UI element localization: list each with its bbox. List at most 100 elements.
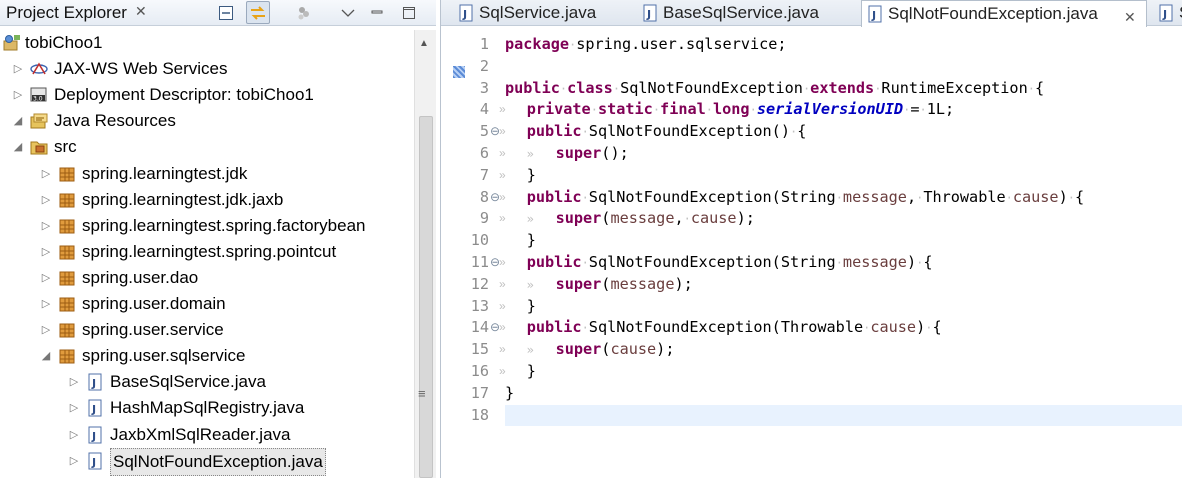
keyword-token: public (505, 78, 560, 97)
project-icon (3, 34, 21, 52)
expand-arrow-icon[interactable]: ▷ (68, 369, 80, 395)
code-line[interactable]: » super(message); (505, 274, 1182, 296)
tree-item[interactable]: ▷ J BaseSqlService.java (0, 369, 414, 395)
keyword-token: static (597, 100, 653, 119)
tree-item-label: SqlNotFoundException.java (110, 447, 326, 476)
close-icon[interactable]: ✕ (135, 3, 147, 20)
java-file-icon: J (457, 4, 473, 22)
line-number: 17 (470, 383, 489, 402)
code-token: } (526, 362, 536, 380)
collapse-arrow-icon[interactable]: ◢ (12, 108, 24, 134)
code-line[interactable]: » super(); (505, 143, 1182, 165)
scrollbar-thumb[interactable] (419, 116, 433, 478)
expand-arrow-icon[interactable]: ▷ (12, 56, 24, 82)
svg-text:J: J (646, 8, 651, 21)
tree-item[interactable]: ▷ JAX-WS Web Services (0, 56, 414, 82)
code-line[interactable] (505, 404, 1182, 427)
link-with-editor-icon[interactable] (246, 1, 270, 24)
code-line[interactable]: package·spring.user.sqlservice; (505, 34, 1182, 56)
expand-arrow-icon[interactable]: ▷ (40, 265, 52, 291)
keyword-token: private (526, 100, 591, 119)
svg-text:J: J (91, 456, 96, 469)
tree-item[interactable]: ▷ spring.user.domain (0, 291, 414, 317)
code-token: ) (1058, 187, 1068, 206)
expand-arrow-icon[interactable]: ▷ (68, 448, 80, 474)
code-area[interactable]: package·spring.user.sqlservice; public·cl… (505, 30, 1182, 478)
code-line[interactable]: } (505, 230, 1182, 252)
code-line[interactable]: public·SqlNotFoundException(String·messa… (505, 187, 1182, 209)
code-line[interactable]: » super(cause); (505, 339, 1182, 361)
line-number-ruler: 1 2 3 4» 5 ⊖» 6» 7» 8 ⊖» 9» 10 11 ⊖» 12» 13» 14 ⊖» 15» 16» 1… (441, 30, 506, 478)
tab-label: SqlNotFoundException.java (888, 4, 1098, 23)
tree-item[interactable]: ▷ spring.learningtest.jdk.jaxb (0, 187, 414, 213)
whitespace-token: · (581, 321, 589, 336)
expand-arrow-icon[interactable]: ▷ (68, 422, 80, 448)
code-line[interactable]: } (505, 165, 1182, 187)
expand-arrow-icon[interactable]: ▷ (40, 291, 52, 317)
view-title[interactable]: Project Explorer (6, 3, 127, 23)
tree-item[interactable]: ▷ J SqlNotFoundException.java (0, 447, 414, 476)
close-tab-icon[interactable]: ✕ (1124, 4, 1136, 30)
package-icon (58, 321, 76, 339)
expand-arrow-icon[interactable]: ▷ (40, 161, 52, 187)
explorer-scrollbar[interactable]: ▲ ≡ (414, 30, 436, 478)
editor-tab[interactable]: J SqlNotFoundException.java ✕ (861, 0, 1147, 27)
expand-arrow-icon[interactable]: ▷ (40, 213, 52, 239)
code-token: ) (916, 318, 926, 337)
tree-item[interactable]: ▷ J HashMapSqlRegistry.java (0, 395, 414, 421)
java-file-icon: J (1157, 4, 1173, 22)
line-number: 9 (479, 209, 489, 228)
code-line[interactable]: private·static·final·long·serialVersionU… (505, 99, 1182, 121)
tree-item[interactable]: ▷ 3.0 Deployment Descriptor: tobiChoo1 (0, 82, 414, 108)
expand-arrow-icon[interactable]: ▷ (68, 395, 80, 421)
tree-item[interactable]: ◢ spring.user.sqlservice (0, 343, 414, 369)
keyword-token: super (555, 209, 602, 228)
whitespace-token: · (835, 190, 843, 205)
collapse-arrow-icon[interactable]: ◢ (12, 134, 24, 160)
expand-arrow-icon[interactable]: ▷ (40, 187, 52, 213)
tree-item[interactable]: ▷ spring.learningtest.jdk (0, 161, 414, 187)
collapse-all-icon[interactable] (214, 1, 238, 24)
code-line[interactable]: } (505, 296, 1182, 318)
svg-text:J: J (91, 403, 96, 416)
keyword-token: final (660, 100, 706, 119)
minimize-icon[interactable] (365, 1, 389, 24)
code-line[interactable]: public·class·SqlNotFoundException·extend… (505, 78, 1182, 100)
code-line[interactable]: public·SqlNotFoundException()·{ (505, 121, 1182, 143)
tree-item[interactable]: tobiChoo1 (0, 30, 414, 56)
code-line[interactable] (505, 56, 1182, 78)
scroll-up-icon[interactable]: ▲ (419, 38, 429, 49)
line-number: 4 (479, 100, 489, 119)
view-menu-icon[interactable] (336, 1, 360, 24)
collapse-arrow-icon[interactable]: ◢ (40, 343, 52, 369)
tree-item[interactable]: ◢ src (0, 134, 414, 160)
code-line[interactable]: } (505, 361, 1182, 383)
code-token: { (1074, 187, 1085, 206)
editor-tab[interactable]: JS (1153, 0, 1182, 26)
whitespace-token: · (835, 256, 843, 270)
tree-item[interactable]: ▷ spring.learningtest.spring.pointcut (0, 239, 414, 265)
focus-task-icon[interactable] (292, 1, 316, 24)
code-line[interactable]: public·SqlNotFoundException(String·messa… (505, 252, 1182, 274)
code-line[interactable]: » super(message,·cause); (505, 208, 1182, 230)
whitespace-token: · (919, 103, 927, 118)
tree-item[interactable]: ▷ spring.user.service (0, 317, 414, 343)
keyword-token: public (526, 122, 582, 141)
expand-arrow-icon[interactable]: ▷ (40, 239, 52, 265)
code-token: SqlNotFoundException(String (588, 187, 836, 206)
expand-arrow-icon[interactable]: ▷ (12, 82, 24, 108)
editor-tab[interactable]: J BaseSqlService.java (637, 0, 851, 26)
tree-item-label: Java Resources (54, 111, 176, 131)
code-token: 1L; (926, 100, 955, 119)
tree-item[interactable]: ▷ spring.learningtest.spring.factorybean (0, 213, 414, 239)
tree-item[interactable]: ▷ spring.user.dao (0, 265, 414, 291)
maximize-icon[interactable] (397, 1, 421, 24)
keyword-token: super (555, 144, 602, 162)
code-line[interactable]: public·SqlNotFoundException(Throwable·ca… (505, 317, 1182, 339)
expand-arrow-icon[interactable]: ▷ (40, 317, 52, 343)
tree-item[interactable]: ◢ Java Resources (0, 108, 414, 134)
tree-item[interactable]: ▷ J JaxbXmlSqlReader.java (0, 422, 414, 448)
editor-tab[interactable]: J SqlService.java (453, 0, 615, 26)
code-line[interactable]: } (505, 383, 1182, 405)
keyword-token: long (713, 100, 750, 119)
